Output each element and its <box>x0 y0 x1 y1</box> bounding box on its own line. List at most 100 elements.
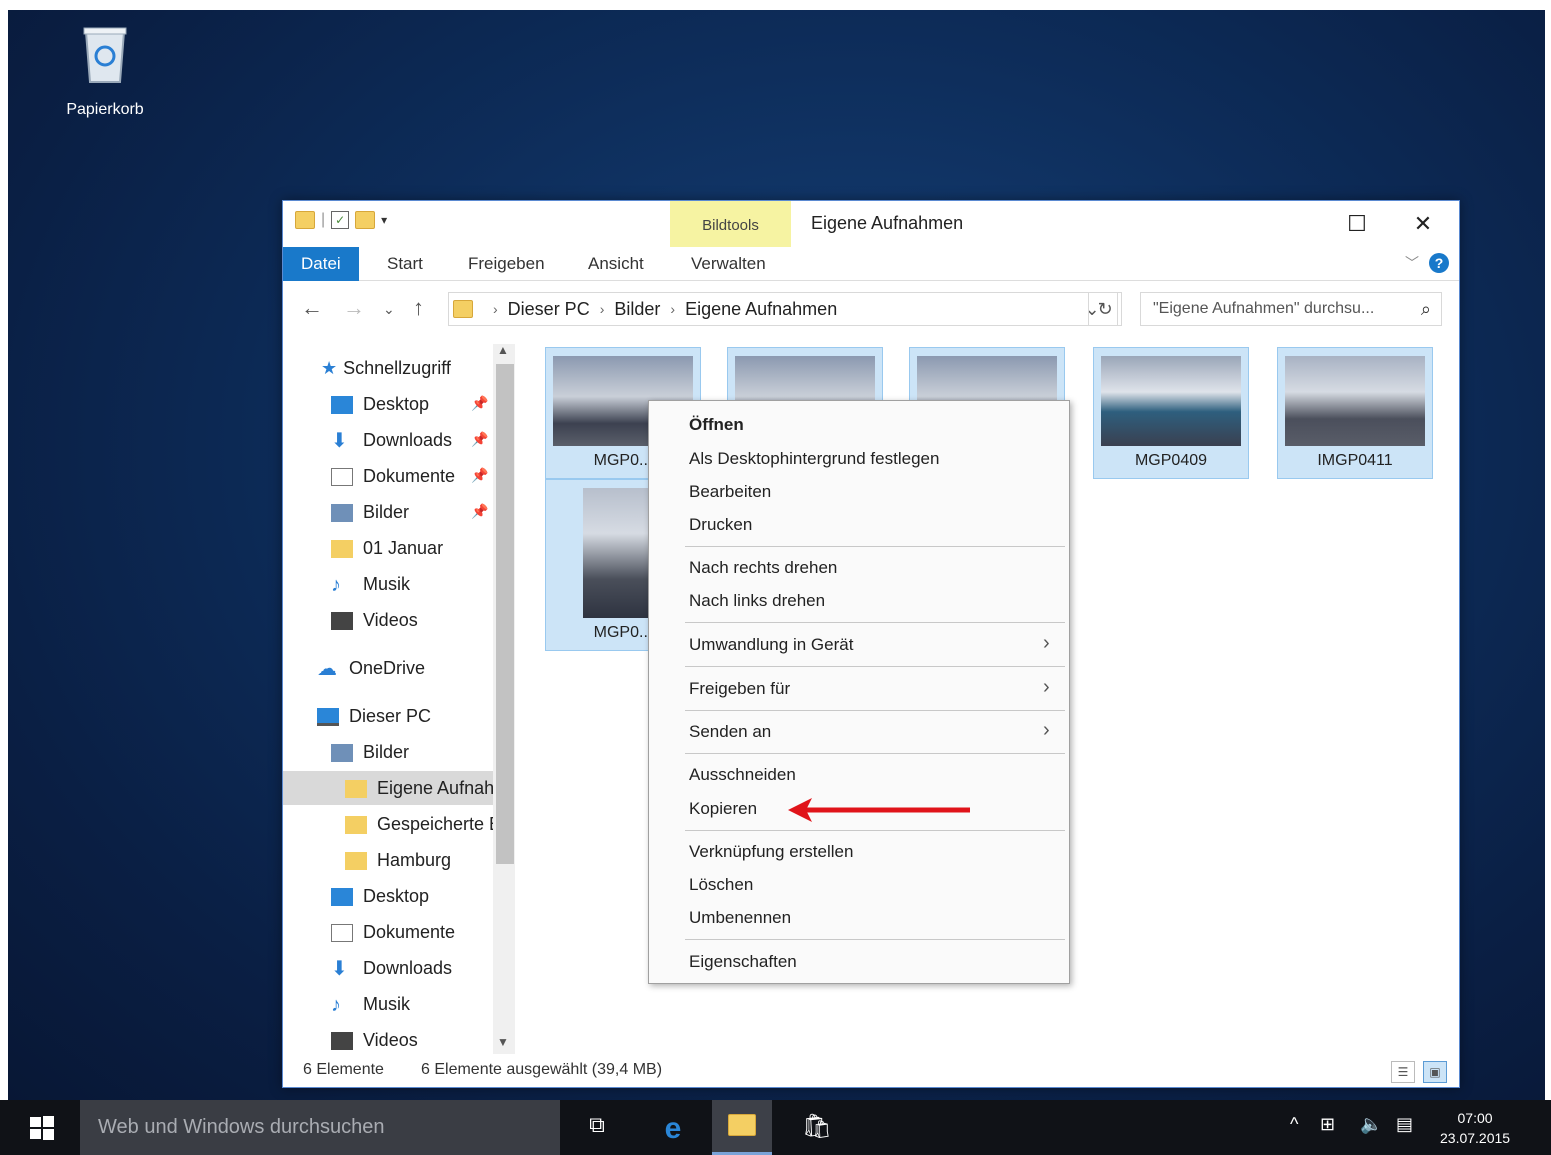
context-menu: Öffnen Als Desktophintergrund festlegen … <box>648 400 1070 984</box>
customize-toolbar-icon[interactable]: ▾ <box>381 213 387 227</box>
file-name: MGP0409 <box>1134 452 1208 469</box>
pin-icon[interactable]: 📌 <box>471 467 488 484</box>
tab-ansicht[interactable]: Ansicht <box>588 247 644 281</box>
edge-browser-icon[interactable]: e <box>656 1112 690 1145</box>
folder-icon <box>345 780 367 799</box>
file-thumb[interactable]: MGP0409 <box>1093 347 1249 479</box>
nav-downloads[interactable]: ⬇ Downloads <box>331 951 452 985</box>
new-folder-icon[interactable] <box>355 211 376 229</box>
crumb-eigene-aufnahmen[interactable]: Eigene Aufnahmen <box>685 299 837 320</box>
chevron-right-icon[interactable]: › <box>493 301 498 317</box>
forward-icon[interactable]: → <box>343 295 365 321</box>
pictures-icon <box>331 504 353 523</box>
store-icon[interactable]: 🛍 <box>800 1112 834 1144</box>
tab-datei[interactable]: Datei <box>283 247 359 281</box>
menu-desktophintergrund[interactable]: Als Desktophintergrund festlegen <box>689 446 939 472</box>
nav-01-januar[interactable]: 01 Januar <box>331 531 443 565</box>
menu-umbenennen[interactable]: Umbenennen <box>689 905 791 931</box>
nav-eigene-aufnahmen[interactable]: Eigene Aufnahmen <box>283 771 493 805</box>
scroll-down-icon[interactable]: ▼ <box>497 1035 509 1049</box>
network-icon[interactable]: ⊞ <box>1320 1114 1335 1135</box>
menu-loeschen[interactable]: Löschen <box>689 872 753 898</box>
nav-dieser-pc[interactable]: Dieser PC <box>317 699 431 733</box>
menu-links-drehen[interactable]: Nach links drehen <box>689 588 825 614</box>
recent-dropdown-icon[interactable]: ⌄ <box>383 301 395 318</box>
pin-icon[interactable]: 📌 <box>471 503 488 520</box>
submenu-chevron-icon: › <box>1043 632 1050 654</box>
recycle-bin[interactable]: Papierkorb <box>60 24 150 119</box>
volume-icon[interactable]: 🔈 <box>1360 1114 1382 1135</box>
nav-quick-access[interactable]: ★ Schnellzugriff <box>321 351 451 385</box>
nav-dokumente-pinned[interactable]: Dokumente <box>331 459 455 493</box>
crumb-dieser-pc[interactable]: Dieser PC <box>508 299 590 320</box>
folder-icon <box>728 1114 756 1136</box>
scroll-up-icon[interactable]: ▲ <box>497 343 509 357</box>
chevron-right-icon[interactable]: › <box>600 301 605 317</box>
large-icons-view-icon[interactable]: ▣ <box>1423 1061 1447 1083</box>
menu-rechts-drehen[interactable]: Nach rechts drehen <box>689 555 837 581</box>
quick-access-toolbar: | ✓ ▾ <box>295 211 387 229</box>
nav-downloads-pinned[interactable]: ⬇ Downloads <box>331 423 452 457</box>
nav-onedrive[interactable]: ☁ OneDrive <box>317 651 425 685</box>
menu-senden-an[interactable]: Senden an <box>689 719 771 745</box>
status-item-count: 6 Elemente <box>303 1061 384 1078</box>
windows-start-icon[interactable] <box>30 1116 54 1140</box>
nav-hamburg[interactable]: Hamburg <box>345 843 451 877</box>
folder-icon[interactable] <box>295 211 315 229</box>
menu-ausschneiden[interactable]: Ausschneiden <box>689 762 796 788</box>
menu-divider <box>685 622 1065 623</box>
nav-scrollbar-thumb[interactable] <box>496 364 514 864</box>
refresh-button[interactable]: ↻ <box>1088 292 1122 326</box>
tab-start[interactable]: Start <box>387 247 423 281</box>
nav-videos[interactable]: Videos <box>331 603 418 637</box>
help-icon[interactable]: ? <box>1429 253 1449 273</box>
address-bar[interactable]: › Dieser PC › Bilder › Eigene Aufnahmen … <box>448 292 1118 326</box>
tab-verwalten[interactable]: Verwalten <box>691 247 766 281</box>
crumb-bilder[interactable]: Bilder <box>614 299 660 320</box>
file-thumb[interactable]: IMGP0411 <box>1277 347 1433 479</box>
status-selection: 6 Elemente ausgewählt (39,4 MB) <box>421 1061 663 1078</box>
context-tab-bildtools: Bildtools <box>670 201 791 247</box>
nav-bilder-pinned[interactable]: Bilder <box>331 495 409 529</box>
menu-drucken[interactable]: Drucken <box>689 512 752 538</box>
video-icon <box>331 612 353 631</box>
nav-musik-2[interactable]: ♪ Musik <box>331 987 410 1021</box>
menu-umwandlung[interactable]: Umwandlung in Gerät <box>689 632 853 658</box>
search-icon[interactable]: ⌕ <box>1421 293 1431 325</box>
nav-videos-2[interactable]: Videos <box>331 1023 418 1057</box>
address-row: ← → ⌄ ↑ › Dieser PC › Bilder › Eigene Au… <box>283 289 1459 329</box>
menu-freigeben-fuer[interactable]: Freigeben für <box>689 676 790 702</box>
menu-kopieren[interactable]: Kopieren <box>689 796 757 822</box>
action-center-icon[interactable]: ▤ <box>1396 1114 1413 1135</box>
details-view-icon[interactable]: ☰ <box>1391 1061 1415 1083</box>
nav-musik[interactable]: ♪ Musik <box>331 567 410 601</box>
maximize-button[interactable]: ☐ <box>1337 209 1377 239</box>
nav-desktop[interactable]: Desktop <box>331 879 429 913</box>
properties-icon[interactable]: ✓ <box>331 211 350 229</box>
tab-freigeben[interactable]: Freigeben <box>468 247 545 281</box>
menu-oeffnen[interactable]: Öffnen <box>689 412 744 438</box>
task-view-icon[interactable]: ⧉ <box>580 1112 614 1144</box>
file-explorer-taskbar-icon[interactable] <box>712 1100 772 1155</box>
chevron-right-icon[interactable]: › <box>670 301 675 317</box>
menu-verknuepfung[interactable]: Verknüpfung erstellen <box>689 839 853 865</box>
clock[interactable]: 07:00 23.07.2015 <box>1440 1108 1510 1148</box>
nav-dokumente[interactable]: Dokumente <box>331 915 455 949</box>
nav-desktop-pinned[interactable]: Desktop <box>331 387 429 421</box>
close-button[interactable]: ✕ <box>1403 209 1443 239</box>
document-icon <box>331 924 353 943</box>
pin-icon[interactable]: 📌 <box>471 395 488 412</box>
submenu-chevron-icon: › <box>1043 719 1050 741</box>
menu-bearbeiten[interactable]: Bearbeiten <box>689 479 771 505</box>
nav-gespeicherte-bilder[interactable]: Gespeicherte Bilder <box>345 807 493 841</box>
expand-ribbon-icon[interactable]: ﹀ <box>1405 253 1419 273</box>
pin-icon[interactable]: 📌 <box>471 431 488 448</box>
nav-bilder[interactable]: Bilder <box>331 735 409 769</box>
taskbar-search-input[interactable]: Web und Windows durchsuchen <box>80 1100 560 1155</box>
back-icon[interactable]: ← <box>301 295 323 321</box>
search-input[interactable]: "Eigene Aufnahmen" durchsu... ⌕ <box>1140 292 1442 326</box>
menu-eigenschaften[interactable]: Eigenschaften <box>689 949 797 975</box>
show-hidden-icons-icon[interactable]: ^ <box>1290 1114 1298 1135</box>
recycle-bin-icon <box>83 27 127 83</box>
up-icon[interactable]: ↑ <box>413 295 424 321</box>
